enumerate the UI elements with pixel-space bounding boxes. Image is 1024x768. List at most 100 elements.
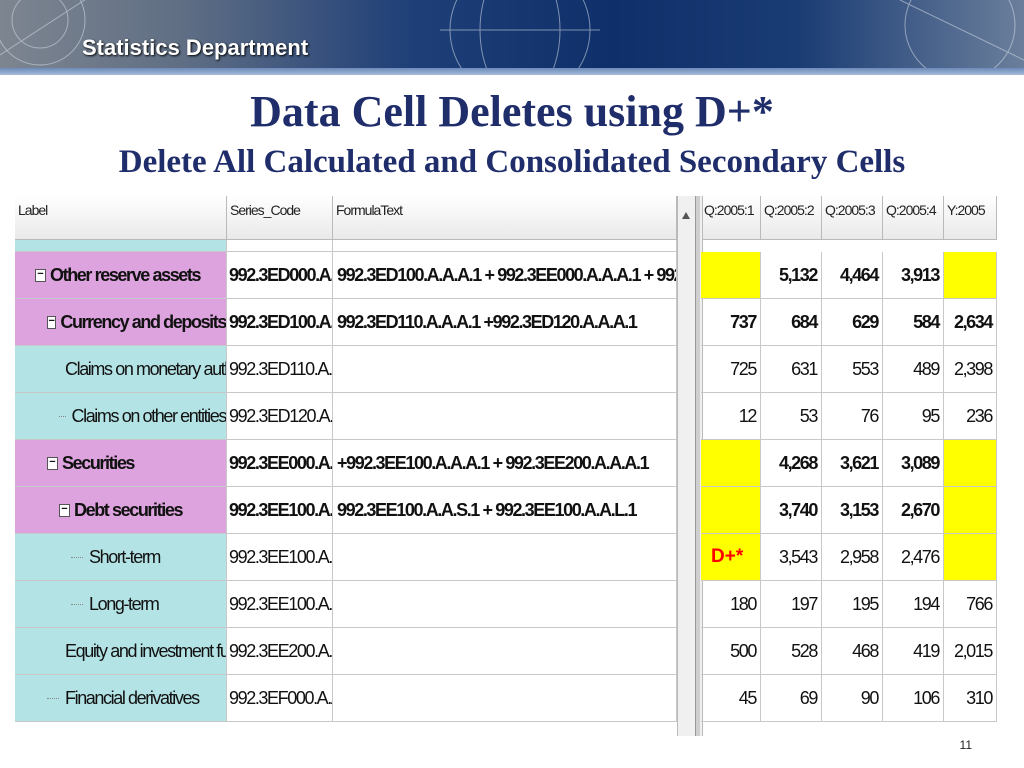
row-label[interactable]: − Currency and deposits bbox=[15, 299, 227, 346]
slide-title: Data Cell Deletes using D+* bbox=[250, 87, 774, 136]
formula-cell[interactable] bbox=[333, 534, 677, 581]
value-cell[interactable]: 197 bbox=[761, 581, 822, 628]
value-cell[interactable]: 725 bbox=[701, 346, 761, 393]
value-cell[interactable]: 684 bbox=[761, 299, 822, 346]
value-cell[interactable] bbox=[701, 252, 761, 299]
formula-cell[interactable]: +992.3EE100.A.A.A.1 + 992.3EE200.A.A.A.1 bbox=[333, 440, 677, 487]
value-cell[interactable] bbox=[944, 252, 997, 299]
formula-cell[interactable]: 992.3ED100.A.A.A.1 + 992.3EE000.A.A.A.1 … bbox=[333, 252, 677, 299]
formula-cell[interactable]: 992.3ED110.A.A.A.1 +992.3ED120.A.A.A.1 bbox=[333, 299, 677, 346]
tree-connector bbox=[59, 415, 66, 417]
value-cell[interactable]: 12 bbox=[701, 393, 761, 440]
value-cell[interactable]: 2,634 bbox=[944, 299, 997, 346]
value-cell[interactable]: 2,476 bbox=[883, 534, 944, 581]
value-cell[interactable] bbox=[944, 440, 997, 487]
data-grid[interactable]: Label Series_Code FormulaText Q:2005:1 Q… bbox=[15, 196, 1015, 736]
value-cell[interactable]: D+* bbox=[701, 534, 761, 581]
series-code-cell[interactable]: 992.3ED120.A.A.A.1 bbox=[227, 393, 333, 440]
value-cell[interactable]: 53 bbox=[761, 393, 822, 440]
row-label[interactable]: Long-term bbox=[15, 581, 227, 628]
pane-splitter[interactable] bbox=[695, 196, 700, 736]
collapse-icon[interactable]: − bbox=[59, 503, 70, 517]
scroll-up-icon[interactable] bbox=[682, 212, 690, 219]
value-cell[interactable]: 766 bbox=[944, 581, 997, 628]
value-cell[interactable]: 3,913 bbox=[883, 252, 944, 299]
series-code-cell[interactable]: 992.3EE100.A.A.S.1 bbox=[227, 534, 333, 581]
formula-cell[interactable] bbox=[333, 346, 677, 393]
value-cell[interactable]: 106 bbox=[883, 675, 944, 722]
value-cell[interactable]: 2,398 bbox=[944, 346, 997, 393]
column-header-formula[interactable]: FormulaText bbox=[333, 196, 677, 240]
value-cell[interactable]: 2,015 bbox=[944, 628, 997, 675]
value-cell[interactable] bbox=[701, 440, 761, 487]
column-header-label[interactable]: Label bbox=[15, 196, 227, 240]
formula-cell[interactable] bbox=[333, 393, 677, 440]
value-cell[interactable]: 195 bbox=[822, 581, 883, 628]
row-label[interactable]: − Other reserve assets bbox=[15, 252, 227, 299]
department-name: Statistics Department bbox=[82, 35, 309, 60]
series-code-cell[interactable]: 992.3ED100.A.A.A.1 bbox=[227, 299, 333, 346]
value-cell[interactable]: 500 bbox=[701, 628, 761, 675]
value-cell[interactable]: 310 bbox=[944, 675, 997, 722]
collapse-icon[interactable]: − bbox=[47, 456, 58, 470]
row-label[interactable]: − Securities bbox=[15, 440, 227, 487]
value-cell[interactable]: 3,153 bbox=[822, 487, 883, 534]
series-code-cell[interactable]: 992.3ED000.A.A.A.1 bbox=[227, 252, 333, 299]
formula-cell[interactable]: 992.3EE100.A.A.S.1 + 992.3EE100.A.A.L.1 bbox=[333, 487, 677, 534]
value-cell[interactable]: 419 bbox=[883, 628, 944, 675]
value-cell[interactable]: 3,740 bbox=[761, 487, 822, 534]
collapse-icon[interactable]: − bbox=[47, 315, 57, 329]
value-cell[interactable]: 3,089 bbox=[883, 440, 944, 487]
value-cell[interactable] bbox=[944, 534, 997, 581]
column-header-series-code[interactable]: Series_Code bbox=[227, 196, 333, 240]
value-cell[interactable]: 4,464 bbox=[822, 252, 883, 299]
value-cell[interactable]: 236 bbox=[944, 393, 997, 440]
column-header-period[interactable]: Q:2005:2 bbox=[761, 196, 822, 240]
column-header-period[interactable]: Y:2005 bbox=[944, 196, 997, 240]
column-header-period[interactable]: Q:2005:1 bbox=[701, 196, 761, 240]
row-label[interactable]: − Debt securities bbox=[15, 487, 227, 534]
value-cell[interactable]: 69 bbox=[761, 675, 822, 722]
series-code-cell[interactable]: 992.3EE100.A.A.L.1 bbox=[227, 581, 333, 628]
value-cell[interactable]: 2,670 bbox=[883, 487, 944, 534]
value-cell[interactable]: 584 bbox=[883, 299, 944, 346]
formula-cell[interactable] bbox=[333, 628, 677, 675]
row-label-text: Currency and deposits bbox=[60, 311, 226, 332]
series-code-cell[interactable]: 992.3EF000.A.A.A.1 bbox=[227, 675, 333, 722]
formula-cell[interactable] bbox=[333, 581, 677, 628]
column-header-period[interactable]: Q:2005:4 bbox=[883, 196, 944, 240]
formula-cell[interactable] bbox=[333, 675, 677, 722]
banner-divider bbox=[0, 68, 1024, 75]
value-cell[interactable]: 180 bbox=[701, 581, 761, 628]
value-cell[interactable]: 4,268 bbox=[761, 440, 822, 487]
value-cell[interactable]: 90 bbox=[822, 675, 883, 722]
value-cell[interactable] bbox=[944, 487, 997, 534]
value-cell[interactable]: 553 bbox=[822, 346, 883, 393]
row-label[interactable]: Short-term bbox=[15, 534, 227, 581]
value-cell[interactable]: 468 bbox=[822, 628, 883, 675]
value-cell[interactable]: 528 bbox=[761, 628, 822, 675]
value-cell[interactable]: 737 bbox=[701, 299, 761, 346]
value-cell[interactable]: 5,132 bbox=[761, 252, 822, 299]
collapse-icon[interactable]: − bbox=[35, 268, 46, 282]
value-cell[interactable]: 3,543 bbox=[761, 534, 822, 581]
value-cell[interactable]: 194 bbox=[883, 581, 944, 628]
value-cell[interactable]: 629 bbox=[822, 299, 883, 346]
series-code-cell[interactable]: 992.3EE000.A.A.A.1 bbox=[227, 440, 333, 487]
value-cell[interactable]: 631 bbox=[761, 346, 822, 393]
value-cell[interactable]: 95 bbox=[883, 393, 944, 440]
value-cell[interactable] bbox=[701, 487, 761, 534]
value-cell[interactable]: 3,621 bbox=[822, 440, 883, 487]
row-label[interactable]: Equity and investment fund shares bbox=[15, 628, 227, 675]
row-label[interactable]: Financial derivatives bbox=[15, 675, 227, 722]
value-cell[interactable]: 489 bbox=[883, 346, 944, 393]
value-cell[interactable]: 2,958 bbox=[822, 534, 883, 581]
row-label[interactable]: Claims on other entities bbox=[15, 393, 227, 440]
series-code-cell[interactable]: 992.3EE100.A.A.A.1 bbox=[227, 487, 333, 534]
series-code-cell[interactable]: 992.3EE200.A.A.A.1 bbox=[227, 628, 333, 675]
column-header-period[interactable]: Q:2005:3 bbox=[822, 196, 883, 240]
row-label[interactable]: Claims on monetary authorities bbox=[15, 346, 227, 393]
value-cell[interactable]: 76 bbox=[822, 393, 883, 440]
series-code-cell[interactable]: 992.3ED110.A.A.A.1 bbox=[227, 346, 333, 393]
value-cell[interactable]: 45 bbox=[701, 675, 761, 722]
